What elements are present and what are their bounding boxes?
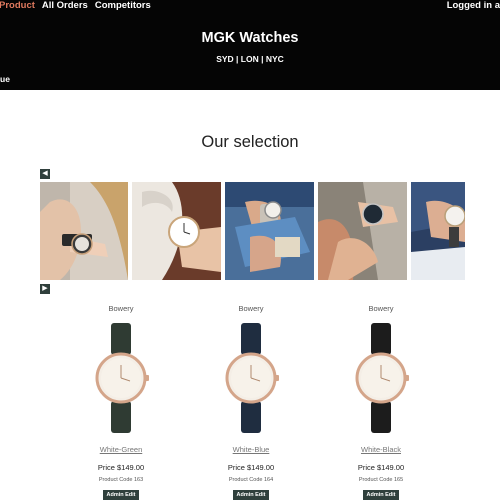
carousel-prev-button[interactable]: ◀ <box>40 169 50 179</box>
carousel-slide-1[interactable] <box>40 182 128 280</box>
main-nav: Product All Orders Competitors <box>0 0 158 14</box>
admin-edit-button[interactable]: Admin Edit <box>363 490 399 500</box>
admin-edit-button[interactable]: Admin Edit <box>103 490 139 500</box>
product-card: Bowery White-Black Price $149.00 Product… <box>326 303 436 500</box>
logged-in-status[interactable]: Logged in a <box>447 0 500 12</box>
carousel-next-button[interactable]: ▶ <box>40 284 50 294</box>
product-price: Price $149.00 <box>357 463 405 472</box>
brand-title: MGK Watches <box>201 30 299 46</box>
product-code: Product Code 165 <box>358 477 404 483</box>
product-image[interactable] <box>66 323 176 433</box>
carousel-slide-3[interactable] <box>225 182 314 280</box>
product-brand: Bowery <box>238 304 264 313</box>
product-name-link[interactable]: White-Blue <box>196 445 306 454</box>
product-name-link[interactable]: White-Green <box>66 445 176 454</box>
city-list: SYD | LON | NYC <box>216 54 284 64</box>
product-image[interactable] <box>326 323 436 433</box>
product-code: Product Code 164 <box>228 477 274 483</box>
nav-all-orders[interactable]: All Orders <box>42 0 88 14</box>
nav-product[interactable]: Product <box>0 0 35 14</box>
product-brand: Bowery <box>108 304 134 313</box>
product-price: Price $149.00 <box>97 463 145 472</box>
admin-edit-button[interactable]: Admin Edit <box>233 490 269 500</box>
product-card: Bowery White-Blue Price $149.00 Product … <box>196 303 306 500</box>
product-card: Bowery White-Green Price $149.00 Product… <box>66 303 176 500</box>
carousel-slide-4[interactable] <box>318 182 407 280</box>
chevron-right-icon: ▶ <box>42 285 48 292</box>
product-price: Price $149.00 <box>227 463 275 472</box>
nav-competitors[interactable]: Competitors <box>95 0 151 14</box>
header-bar: Product All Orders Competitors Logged in… <box>0 0 500 90</box>
carousel-slide-5[interactable] <box>411 182 465 280</box>
carousel-slide-2[interactable] <box>132 182 221 280</box>
product-code: Product Code 163 <box>98 477 144 483</box>
section-title: Our selection <box>201 133 299 151</box>
product-brand: Bowery <box>368 304 394 313</box>
chevron-left-icon: ◀ <box>42 170 48 177</box>
sub-nav-link[interactable]: ue <box>0 74 10 84</box>
product-image[interactable] <box>196 323 306 433</box>
product-name-link[interactable]: White-Black <box>326 445 436 454</box>
